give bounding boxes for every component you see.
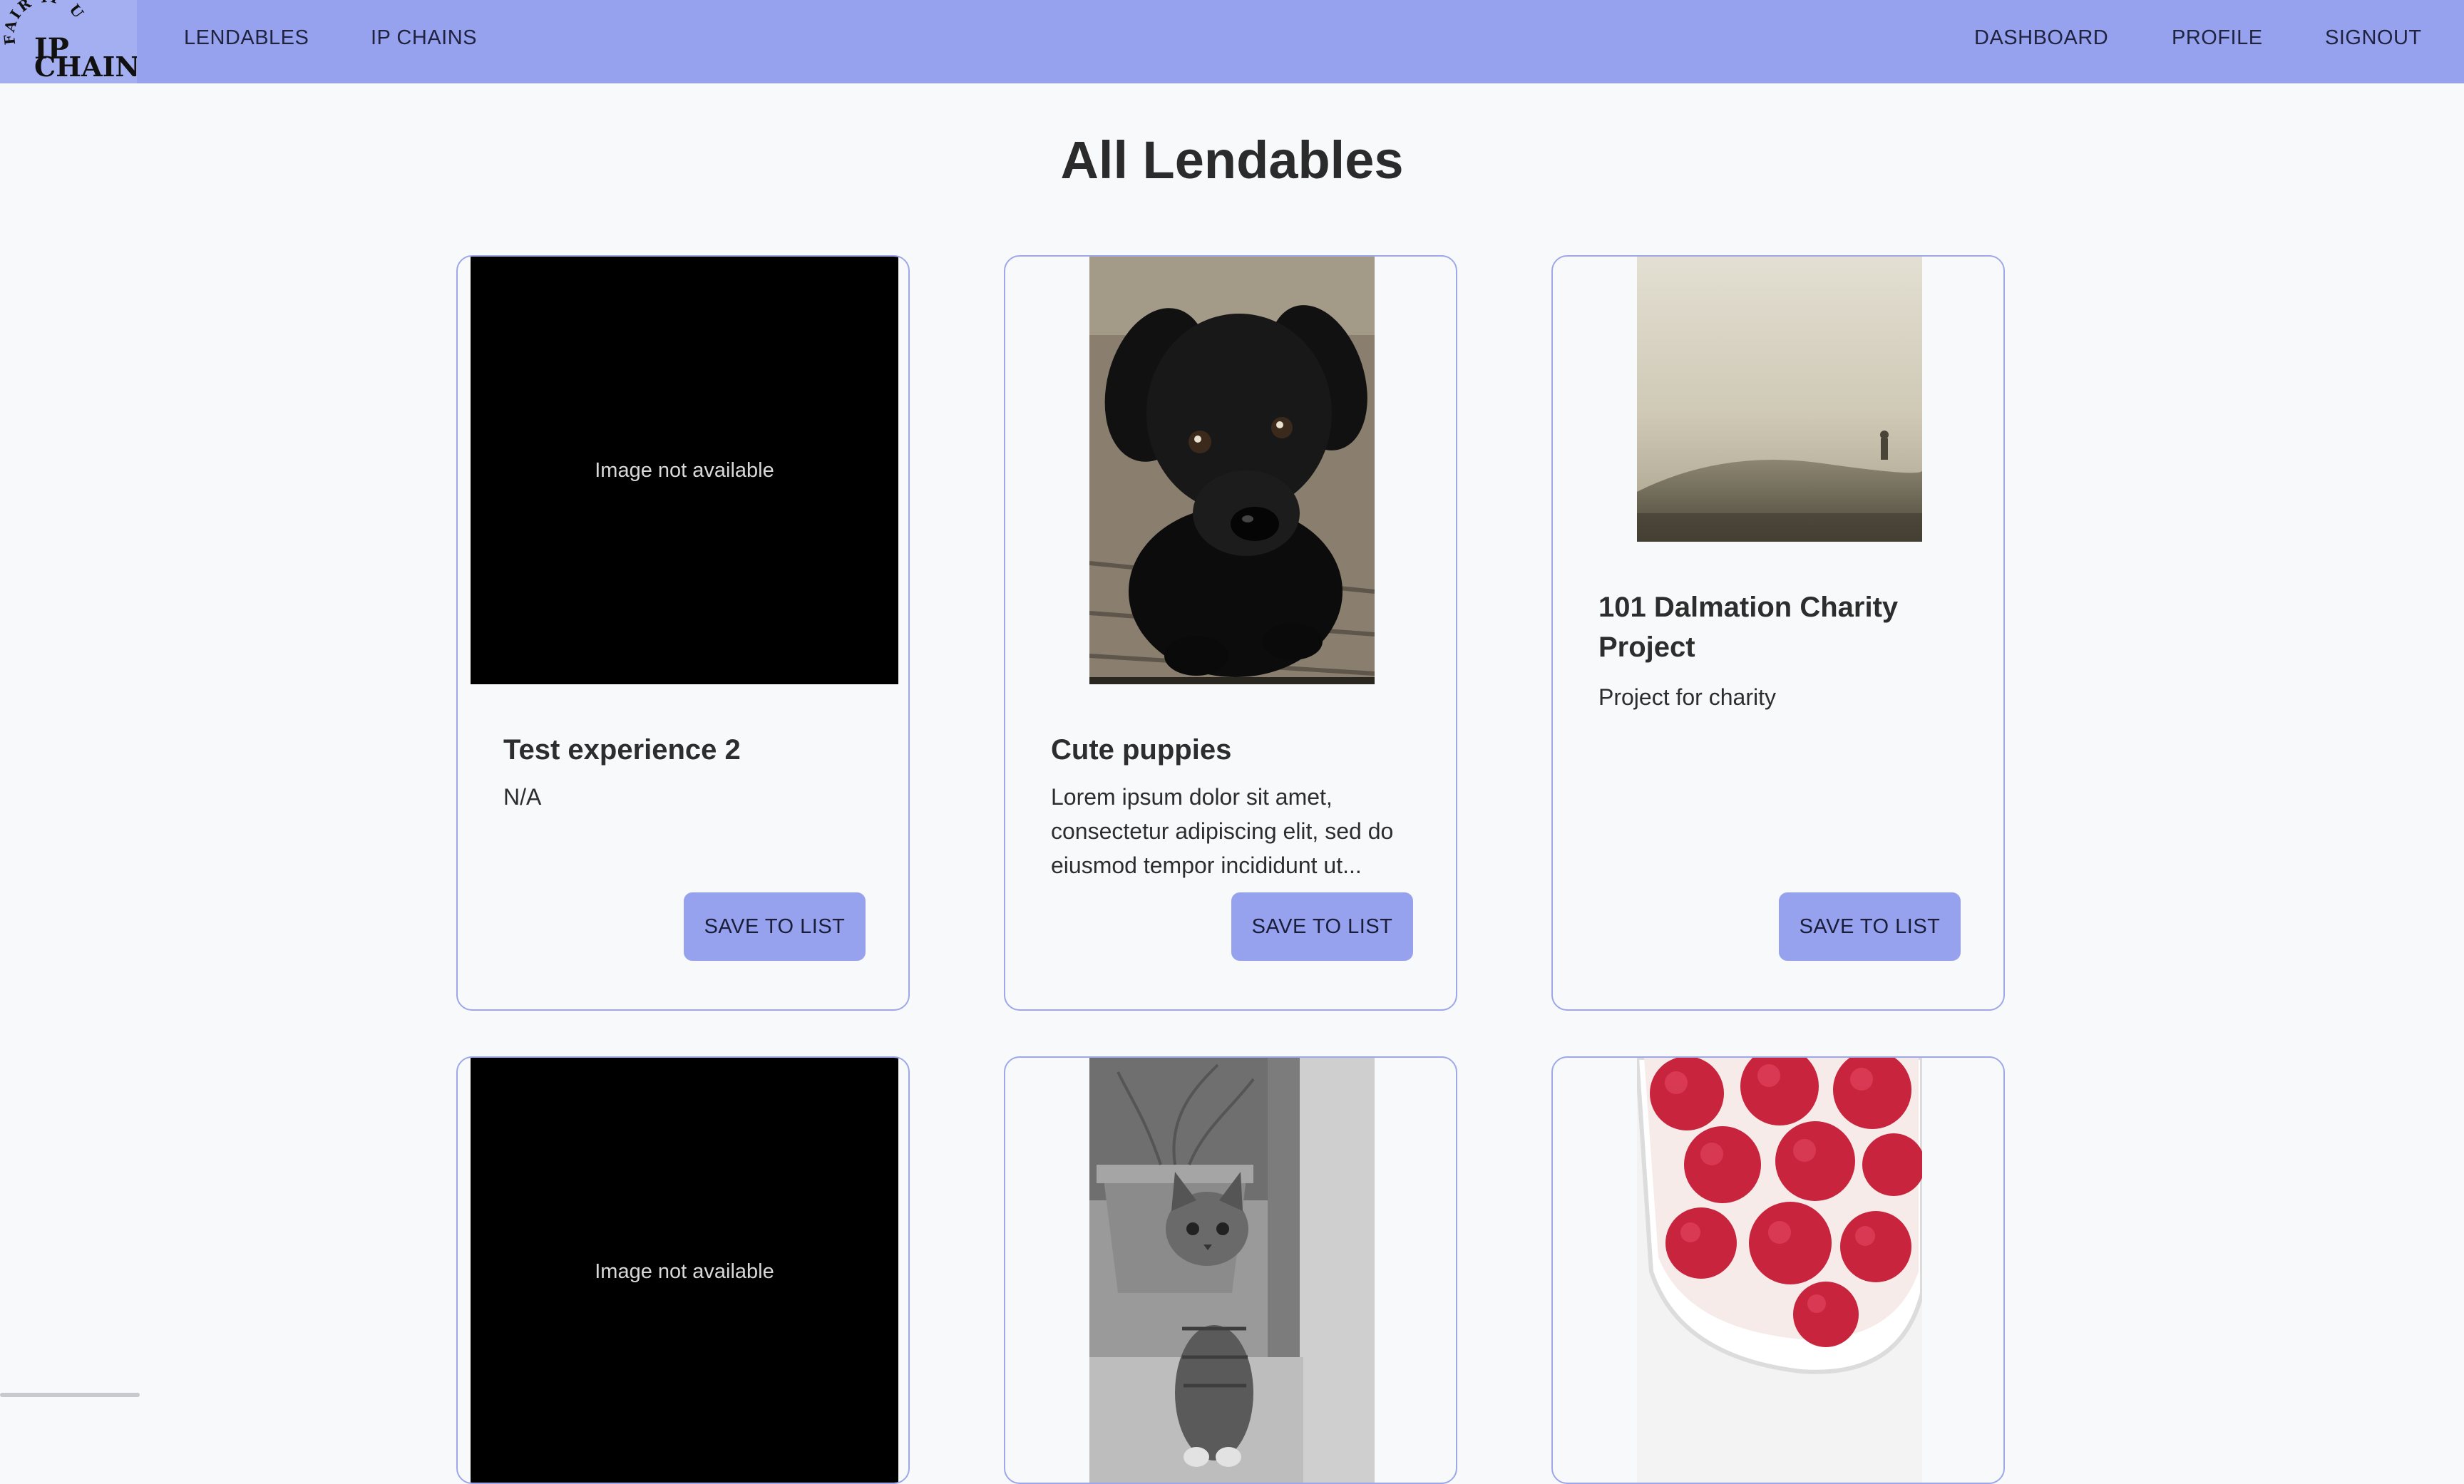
page-title: All Lendables <box>1060 130 1404 190</box>
image-placeholder-text: Image not available <box>595 458 774 482</box>
top-navbar: FAIR IP USE IP CHAIN LENDABLES IP CHAINS… <box>0 0 2464 83</box>
lendable-card: 101 Dalmation Charity Project Project fo… <box>1551 255 2005 1011</box>
kitten-photo[interactable] <box>1089 1058 1375 1484</box>
card-description: Project for charity <box>1598 684 1776 710</box>
logo-line2: CHAIN <box>34 51 137 83</box>
card-image-missing[interactable]: Image not available <box>471 1058 898 1483</box>
card-image-missing[interactable]: Image not available <box>471 257 898 684</box>
nav-profile[interactable]: PROFILE <box>2172 0 2263 76</box>
lendable-card: Cute puppies Lorem ipsum dolor sit amet,… <box>1004 255 1457 1011</box>
lendable-card <box>1551 1056 2005 1484</box>
logo-mark: FAIR IP USE IP CHAIN <box>0 0 137 83</box>
card-title: Test experience 2 <box>503 734 741 766</box>
card-title: 101 Dalmation Charity Project <box>1598 592 1899 663</box>
nav-dashboard[interactable]: DASHBOARD <box>1974 0 2108 76</box>
lendable-card: Image not available <box>456 1056 910 1484</box>
lendable-card: Image not available Test experience 2 N/… <box>456 255 910 1011</box>
nav-lendables[interactable]: LENDABLES <box>184 0 309 76</box>
save-to-list-button[interactable]: SAVE TO LIST <box>684 892 866 961</box>
horizontal-scrollbar[interactable] <box>0 1393 140 1397</box>
save-to-list-button[interactable]: SAVE TO LIST <box>1231 892 1413 961</box>
card-description: N/A <box>503 784 542 810</box>
nav-ip-chains[interactable]: IP CHAINS <box>371 0 477 76</box>
raspberries-bowl-photo[interactable] <box>1637 1058 1922 1484</box>
card-description: Lorem ipsum dolor sit amet, consectetur … <box>1051 784 1394 878</box>
ip-chain-logo[interactable]: FAIR IP USE IP CHAIN <box>0 0 137 83</box>
save-to-list-button[interactable]: SAVE TO LIST <box>1779 892 1961 961</box>
card-title: Cute puppies <box>1051 734 1232 766</box>
nav-signout[interactable]: SIGNOUT <box>2325 0 2422 76</box>
black-puppy-photo[interactable] <box>1089 257 1375 684</box>
image-placeholder-text: Image not available <box>595 1259 774 1283</box>
foggy-hill-photo[interactable] <box>1637 257 1922 542</box>
lendable-card <box>1004 1056 1457 1484</box>
